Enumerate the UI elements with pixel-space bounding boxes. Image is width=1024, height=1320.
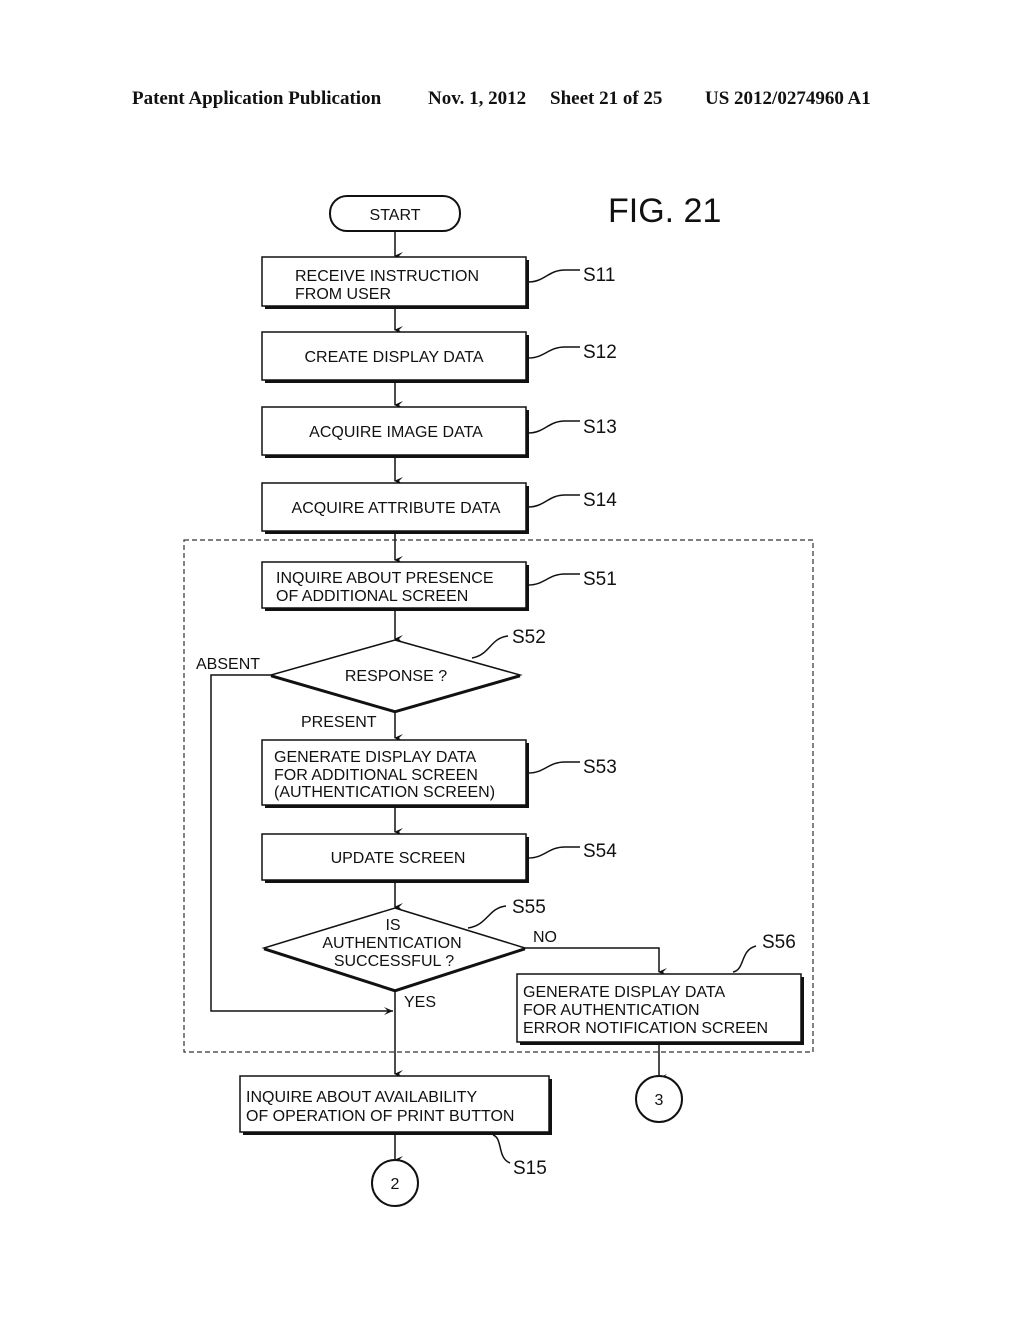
branch-absent-label: ABSENT (196, 656, 260, 673)
svg-text:FOR ADDITIONAL SCREEN: FOR ADDITIONAL SCREEN (274, 767, 478, 784)
connector-2: 2 (371, 1159, 419, 1207)
step-id-s51: S51 (583, 569, 617, 590)
svg-text:OF ADDITIONAL SCREEN: OF ADDITIONAL SCREEN (276, 588, 468, 605)
svg-text:3: 3 (655, 1092, 664, 1109)
step-s14: ACQUIRE ATTRIBUTE DATA S14 (261, 482, 617, 534)
step-id-s13: S13 (583, 417, 617, 438)
step-id-s12: S12 (583, 342, 617, 363)
step-id-s11: S11 (583, 265, 615, 286)
connector-3: 3 (635, 1075, 683, 1123)
step-id-s54: S54 (583, 841, 617, 862)
step-s12: CREATE DISPLAY DATA S12 (261, 331, 617, 383)
svg-text:SUCCESSFUL ?: SUCCESSFUL ? (334, 953, 454, 970)
step-id-s15: S15 (513, 1158, 547, 1179)
svg-text:ACQUIRE IMAGE DATA: ACQUIRE IMAGE DATA (309, 424, 483, 441)
step-s54: UPDATE SCREEN S54 (261, 833, 617, 883)
svg-text:2: 2 (391, 1176, 400, 1193)
svg-text:RESPONSE ?: RESPONSE ? (345, 668, 447, 685)
step-s13: ACQUIRE IMAGE DATA S13 (261, 406, 617, 458)
step-s51: INQUIRE ABOUT PRESENCE OF ADDITIONAL SCR… (261, 561, 617, 611)
svg-text:FOR AUTHENTICATION: FOR AUTHENTICATION (523, 1002, 700, 1019)
svg-text:INQUIRE ABOUT AVAILABILITY: INQUIRE ABOUT AVAILABILITY (246, 1089, 478, 1106)
leader-s54 (527, 846, 580, 859)
step-s56: GENERATE DISPLAY DATA FOR AUTHENTICATION… (516, 932, 804, 1045)
svg-text:ACQUIRE ATTRIBUTE DATA: ACQUIRE ATTRIBUTE DATA (292, 500, 501, 517)
step-id-s55: S55 (512, 897, 546, 918)
svg-text:GENERATE DISPLAY DATA: GENERATE DISPLAY DATA (274, 749, 476, 766)
leader-s11 (527, 269, 580, 283)
start-label: START (370, 207, 421, 224)
step-id-s14: S14 (583, 490, 617, 511)
leader-s15 (492, 1134, 511, 1164)
branch-yes-label: YES (404, 994, 436, 1011)
decision-s52: RESPONSE ? S52 (268, 627, 546, 714)
leader-s52 (471, 635, 509, 659)
arrow-no-branch (525, 947, 667, 976)
step-s53: GENERATE DISPLAY DATA FOR ADDITIONAL SCR… (261, 739, 617, 808)
start-terminal: START (329, 195, 461, 232)
svg-text:INQUIRE ABOUT PRESENCE: INQUIRE ABOUT PRESENCE (276, 570, 494, 587)
svg-text:IS: IS (385, 917, 400, 934)
svg-text:RECEIVE INSTRUCTION: RECEIVE INSTRUCTION (295, 268, 479, 285)
svg-text:GENERATE DISPLAY DATA: GENERATE DISPLAY DATA (523, 984, 725, 1001)
svg-text:AUTHENTICATION: AUTHENTICATION (322, 935, 461, 952)
branch-present-label: PRESENT (301, 714, 377, 731)
step-s11: RECEIVE INSTRUCTION FROM USER S11 (261, 256, 615, 309)
flowchart: FIG. 21 START RECEIVE INSTRUCTION FROM U… (183, 192, 814, 1207)
figure-label: FIG. 21 (608, 192, 721, 230)
svg-text:ERROR NOTIFICATION SCREEN: ERROR NOTIFICATION SCREEN (523, 1020, 768, 1037)
leader-s53 (527, 761, 580, 774)
leader-s56 (732, 945, 757, 973)
svg-text:CREATE DISPLAY DATA: CREATE DISPLAY DATA (304, 349, 483, 366)
svg-text:OF OPERATION OF PRINT BUTTON: OF OPERATION OF PRINT BUTTON (246, 1108, 514, 1125)
leader-s13 (527, 420, 580, 434)
svg-text:UPDATE SCREEN: UPDATE SCREEN (331, 850, 466, 867)
leader-s51 (527, 573, 580, 586)
decision-s55: IS AUTHENTICATION SUCCESSFUL ? S55 (261, 897, 546, 993)
step-id-s56: S56 (762, 932, 796, 953)
svg-text:(AUTHENTICATION SCREEN): (AUTHENTICATION SCREEN) (274, 784, 495, 801)
leader-s12 (527, 346, 580, 359)
leader-s14 (527, 494, 580, 508)
branch-no-label: NO (533, 929, 557, 946)
step-id-s53: S53 (583, 757, 617, 778)
step-id-s52: S52 (512, 627, 546, 648)
leader-s55 (467, 905, 507, 929)
svg-text:FROM USER: FROM USER (295, 286, 391, 303)
